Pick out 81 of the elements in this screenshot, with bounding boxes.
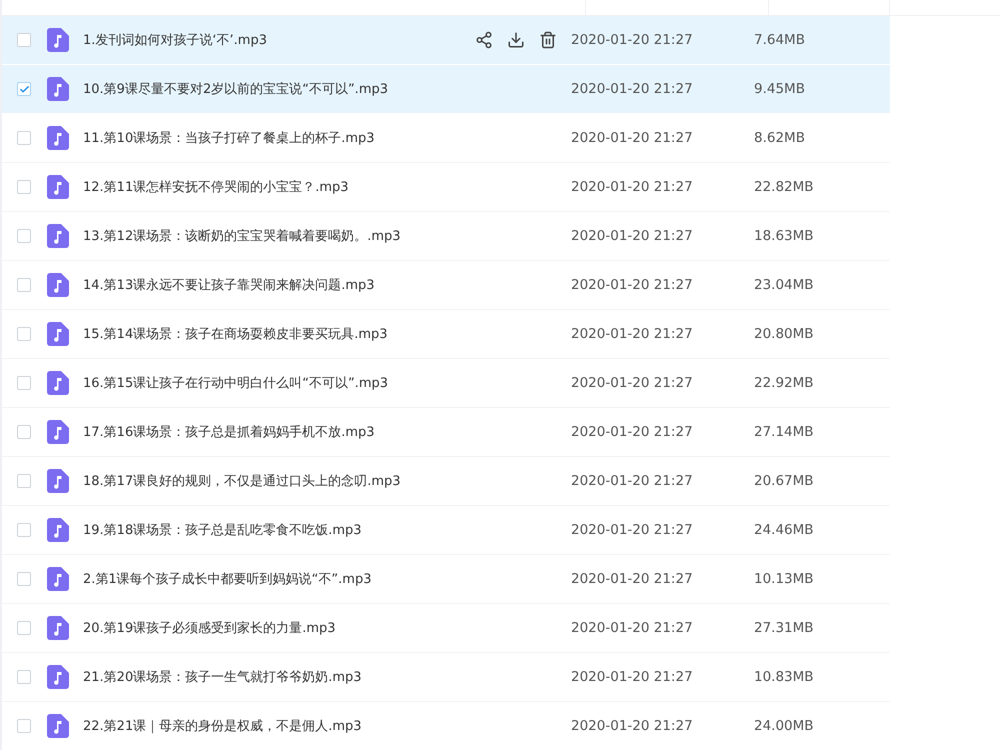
modified-date: 2020-01-20 21:27 [571, 473, 694, 489]
file-size: 7.64MB [754, 32, 805, 48]
audio-file-icon [47, 28, 69, 52]
checkbox[interactable] [17, 425, 31, 439]
audio-file-icon [47, 469, 69, 493]
audio-file-icon [47, 175, 69, 199]
file-name[interactable]: 11.第10课场景：当孩子打碎了餐桌上的杯子.mp3 [83, 129, 475, 147]
checkbox[interactable] [17, 670, 31, 684]
file-name[interactable]: 18.第17课良好的规则，不仅是通过口头上的念叨.mp3 [83, 472, 475, 490]
file-name[interactable]: 17.第16课场景：孩子总是抓着妈妈手机不放.mp3 [83, 423, 475, 441]
audio-file-icon [47, 714, 69, 738]
audio-file-icon [47, 518, 69, 542]
file-name[interactable]: 16.第15课让孩子在行动中明白什么叫“不可以”.mp3 [83, 374, 475, 392]
file-size: 20.80MB [754, 326, 814, 342]
delete-button[interactable] [539, 31, 557, 49]
audio-file-icon [47, 322, 69, 346]
modified-date: 2020-01-20 21:27 [571, 424, 694, 440]
file-name[interactable]: 20.第19课孩子必须感受到家长的力量.mp3 [83, 619, 475, 637]
modified-date: 2020-01-20 21:27 [571, 522, 694, 538]
modified-date: 2020-01-20 21:27 [571, 718, 694, 734]
audio-file-icon [47, 567, 69, 591]
audio-file-icon [47, 665, 69, 689]
modified-date: 2020-01-20 21:27 [571, 81, 694, 97]
file-row[interactable]: 1.发刊词如何对孩子说‘不’.mp3 2020-01-20 21:27 7.64MB [2, 16, 890, 65]
checkbox[interactable] [17, 278, 31, 292]
download-button[interactable] [507, 31, 525, 49]
modified-date: 2020-01-20 21:27 [571, 277, 694, 293]
modified-date: 2020-01-20 21:27 [571, 669, 694, 685]
file-size: 22.82MB [754, 179, 814, 195]
file-size: 24.46MB [754, 522, 814, 538]
file-name[interactable]: 19.第18课场景：孩子总是乱吃零食不吃饭.mp3 [83, 521, 475, 539]
audio-file-icon [47, 371, 69, 395]
checkbox[interactable] [17, 376, 31, 390]
file-row[interactable]: 10.第9课尽量不要对2岁以前的宝宝说“不可以”.mp3 2020-01-20 21:27 9.45MB [2, 65, 890, 114]
share-button[interactable] [475, 31, 493, 49]
file-size: 8.62MB [754, 130, 805, 146]
checkbox[interactable] [17, 180, 31, 194]
file-size: 27.14MB [754, 424, 814, 440]
file-name[interactable]: 13.第12课场景：该断奶的宝宝哭着喊着要喝奶。.mp3 [83, 227, 475, 245]
check-icon [18, 84, 30, 94]
file-name[interactable]: 12.第11课怎样安抚不停哭闹的小宝宝？.mp3 [83, 178, 475, 196]
checkbox[interactable] [17, 327, 31, 341]
file-size: 22.92MB [754, 375, 814, 391]
modified-date: 2020-01-20 21:27 [571, 32, 694, 48]
audio-file-icon [47, 224, 69, 248]
modified-date: 2020-01-20 21:27 [571, 375, 694, 391]
file-size: 24.00MB [754, 718, 814, 734]
modified-date: 2020-01-20 21:27 [571, 571, 694, 587]
file-name[interactable]: 1.发刊词如何对孩子说‘不’.mp3 [83, 31, 475, 49]
file-name[interactable]: 14.第13课永远不要让孩子靠哭闹来解决问题.mp3 [83, 276, 475, 294]
audio-file-icon [47, 273, 69, 297]
checkbox[interactable] [17, 523, 31, 537]
file-size: 23.04MB [754, 277, 814, 293]
file-size: 20.67MB [754, 473, 814, 489]
modified-date: 2020-01-20 21:27 [571, 620, 694, 636]
file-size: 9.45MB [754, 81, 805, 97]
file-name[interactable]: 2.第1课每个孩子成长中都要听到妈妈说“不”.mp3 [83, 570, 475, 588]
modified-date: 2020-01-20 21:27 [571, 130, 694, 146]
modified-date: 2020-01-20 21:27 [571, 179, 694, 195]
checkbox[interactable] [17, 131, 31, 145]
checkbox[interactable] [17, 82, 31, 96]
modified-date: 2020-01-20 21:27 [571, 326, 694, 342]
checkbox[interactable] [17, 719, 31, 733]
modified-date: 2020-01-20 21:27 [571, 228, 694, 244]
file-size: 10.83MB [754, 669, 814, 685]
file-name[interactable]: 15.第14课场景：孩子在商场耍赖皮非要买玩具.mp3 [83, 325, 475, 343]
file-name[interactable]: 21.第20课场景：孩子一生气就打爷爷奶奶.mp3 [83, 668, 475, 686]
checkbox[interactable] [17, 33, 31, 47]
checkbox[interactable] [17, 474, 31, 488]
file-size: 18.63MB [754, 228, 814, 244]
checkbox[interactable] [17, 229, 31, 243]
audio-file-icon [47, 77, 69, 101]
audio-file-icon [47, 420, 69, 444]
audio-file-icon [47, 126, 69, 150]
checkbox[interactable] [17, 621, 31, 635]
file-name[interactable]: 10.第9课尽量不要对2岁以前的宝宝说“不可以”.mp3 [83, 80, 475, 98]
checkbox[interactable] [17, 572, 31, 586]
file-size: 27.31MB [754, 620, 814, 636]
file-size: 10.13MB [754, 571, 814, 587]
audio-file-icon [47, 616, 69, 640]
file-name[interactable]: 22.第21课｜母亲的身份是权威，不是佣人.mp3 [83, 717, 475, 735]
